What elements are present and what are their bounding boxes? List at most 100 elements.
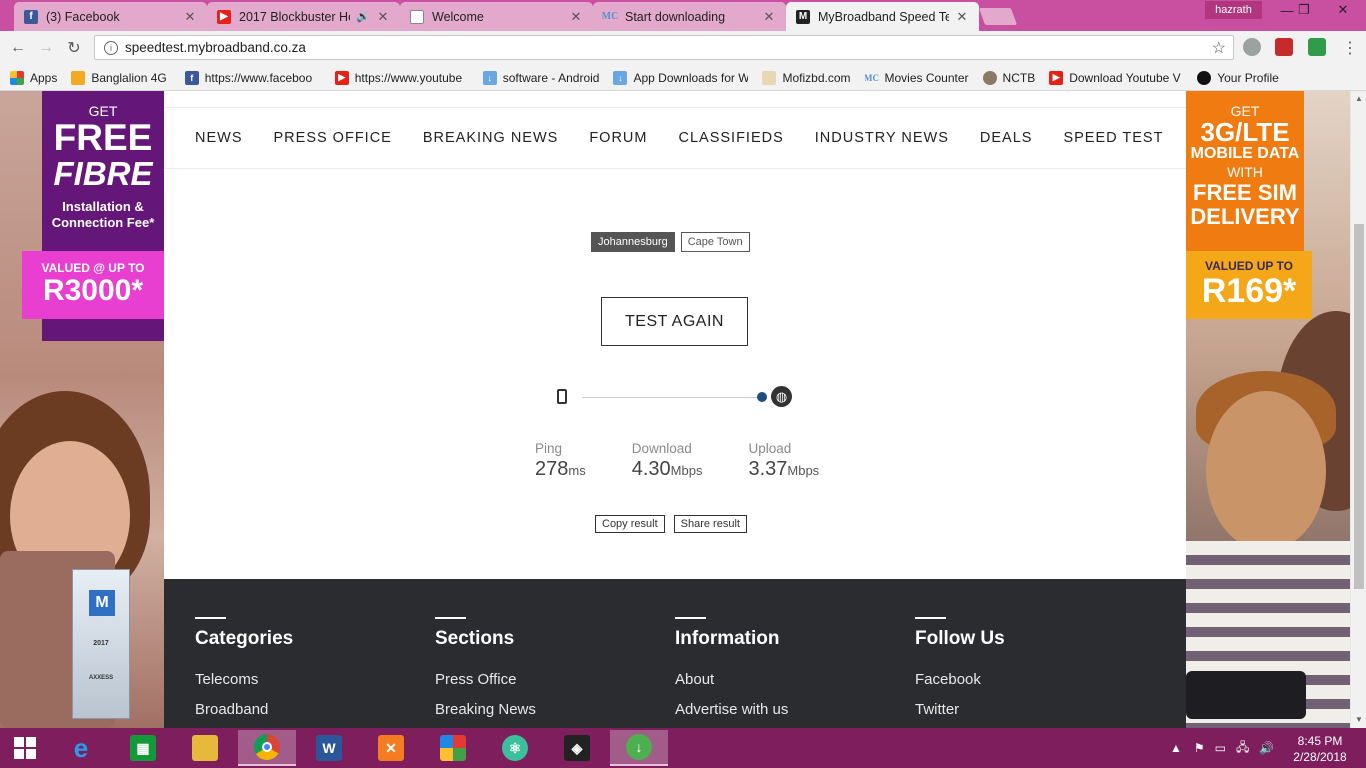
close-icon[interactable]: ✕ [762,9,776,25]
taskbar-internet-explorer[interactable]: e [52,730,110,766]
taskbar-file-explorer[interactable] [176,730,234,766]
bookmark-software[interactable]: ↓ software - Android [482,70,600,85]
bookmark-app-downloads[interactable]: ↓ App Downloads for W [613,70,748,85]
page-viewport: M 2017 AXXESS GET FREE FIBRE Installatio… [0,91,1366,728]
bookmark-label: software - Android [502,70,600,85]
back-icon[interactable]: ← [8,38,28,58]
footer-link[interactable]: Press Office [435,671,516,688]
stat-unit: ms [568,463,586,478]
reload-icon[interactable]: ↻ [64,38,84,58]
bookmark-mofizbd[interactable]: Mofizbd.com [762,70,851,85]
clock-date: 2/28/2018 [1293,750,1347,764]
taskbar-atom[interactable]: ⚛ [486,730,544,766]
extension-icon[interactable] [1275,38,1293,56]
footer-link[interactable]: Twitter [915,701,959,718]
tray-expand-icon[interactable]: ▲ [1170,741,1182,755]
bookmark-movies-counter[interactable]: MC Movies Counter [865,71,969,85]
restore-icon[interactable]: ❐ [1287,0,1321,20]
ad-value-box: VALUED UP TO R169* [1186,251,1312,319]
taskbar-idm[interactable]: ↓ [610,730,668,766]
nav-deals[interactable]: DEALS [980,130,1033,146]
page-scrollbar[interactable]: ▲ ▼ [1350,91,1366,728]
close-window-icon[interactable]: ✕ [1320,0,1366,20]
nav-speed-test[interactable]: SPEED TEST [1063,130,1163,146]
nav-press-office[interactable]: PRESS OFFICE [274,130,392,146]
taskbar-word[interactable]: W [300,730,358,766]
nav-classifieds[interactable]: CLASSIFIEDS [679,130,784,146]
footer-link[interactable]: Facebook [915,671,981,688]
meter-line [582,397,762,398]
extension-icon[interactable] [1243,38,1261,56]
footer-heading: Information [675,628,780,649]
taskbar-unity[interactable]: ◈ [548,730,606,766]
taskbar-clock[interactable]: 8:45 PM 2/28/2018 [1290,733,1350,765]
tab-welcome[interactable]: Welcome ✕ [400,2,593,31]
internet-explorer-icon: e [73,732,89,763]
tab-start-downloading[interactable]: MC Start downloading ✕ [593,2,786,31]
folder-icon [192,735,218,761]
start-button[interactable] [0,730,50,766]
footer-link[interactable]: Advertise with us [675,701,788,718]
footer-divider [195,617,226,619]
bookmark-banglalion[interactable]: Banglalion 4G [71,70,167,85]
taskbar-app[interactable] [424,730,482,766]
footer-link[interactable]: Breaking News [435,701,536,718]
battery-icon[interactable]: ▭ [1215,741,1226,755]
left-fibre-ad[interactable]: M 2017 AXXESS GET FREE FIBRE Installatio… [0,91,164,728]
taskbar-xampp[interactable]: ✕ [362,730,420,766]
city-cape-town[interactable]: Cape Town [680,232,750,252]
address-bar[interactable]: i speedtest.mybroadband.co.za ☆ [94,35,1234,60]
close-icon[interactable]: ✕ [376,9,390,25]
footer-link[interactable]: Telecoms [195,671,258,688]
browser-toolbar: ← → ↻ i speedtest.mybroadband.co.za ☆ ⋮ [0,31,1366,65]
main-nav: NEWS PRESS OFFICE BREAKING NEWS FORUM CL… [164,107,1200,169]
volume-icon[interactable]: 🔊 [1259,741,1274,755]
new-tab-button[interactable] [978,8,1018,25]
bookmark-your-profile[interactable]: Your Profile [1197,70,1279,85]
scrollbar-thumb[interactable] [1354,224,1364,589]
chrome-icon [254,734,280,760]
extension-icon[interactable] [1308,38,1326,56]
bookmark-label: Movies Counter [884,70,969,85]
url-text[interactable]: speedtest.mybroadband.co.za [125,40,306,55]
nav-industry-news[interactable]: INDUSTRY NEWS [815,130,949,146]
bookmark-youtube[interactable]: ▶ https://www.youtube [334,70,469,85]
footer-link[interactable]: About [675,671,714,688]
scroll-up-icon[interactable]: ▲ [1354,94,1364,104]
bookmark-facebook[interactable]: f https://www.faceboo [184,70,321,85]
bookmark-apps[interactable]: Apps [10,70,57,85]
bookmark-download-youtube[interactable]: ▶ Download Youtube V [1049,70,1185,85]
scroll-down-icon[interactable]: ▼ [1354,715,1364,725]
taskbar-store[interactable]: ▦ [114,730,172,766]
bookmark-nctb[interactable]: NCTB [982,70,1035,85]
test-again-button[interactable]: TEST AGAIN [601,297,748,346]
taskbar-chrome[interactable] [238,730,296,766]
forward-icon[interactable]: → [36,38,56,58]
ad-text: WITH [1227,164,1263,180]
close-icon[interactable]: ✕ [569,9,583,25]
footer-link[interactable]: Broadband [195,701,268,718]
close-icon[interactable]: ✕ [183,9,197,25]
copy-result-button[interactable]: Copy result [595,515,665,533]
tab-mybroadband[interactable]: M MyBroadband Speed Tes ✕ [786,2,979,31]
tab-youtube[interactable]: ▶ 2017 Blockbuster Holl 🔊 ✕ [207,2,400,31]
menu-icon[interactable]: ⋮ [1340,38,1360,58]
right-lte-ad[interactable]: GET 3G/LTE MOBILE DATA WITH FREE SIM DEL… [1186,91,1350,728]
stat-value: 3.37 [748,458,788,480]
info-icon[interactable]: i [104,40,118,55]
nav-news[interactable]: NEWS [195,130,243,146]
share-result-button[interactable]: Share result [673,515,747,533]
network-icon[interactable]: 🖧 [1236,738,1249,759]
result-actions: Copy result Share result [595,515,747,533]
action-center-icon[interactable]: ⚑ [1194,741,1205,755]
tab-facebook[interactable]: f (3) Facebook ✕ [14,2,207,31]
xampp-icon: ✕ [378,735,404,761]
nav-breaking-news[interactable]: BREAKING NEWS [423,130,558,146]
bookmark-star-icon[interactable]: ☆ [1212,38,1226,58]
city-johannesburg[interactable]: Johannesburg [591,232,675,252]
tab-strip: f (3) Facebook ✕ ▶ 2017 Blockbuster Holl… [0,0,1366,31]
profile-badge[interactable]: hazrath [1205,1,1262,19]
audio-icon[interactable]: 🔊 [356,10,370,23]
close-icon[interactable]: ✕ [955,9,969,25]
nav-forum[interactable]: FORUM [589,130,647,146]
